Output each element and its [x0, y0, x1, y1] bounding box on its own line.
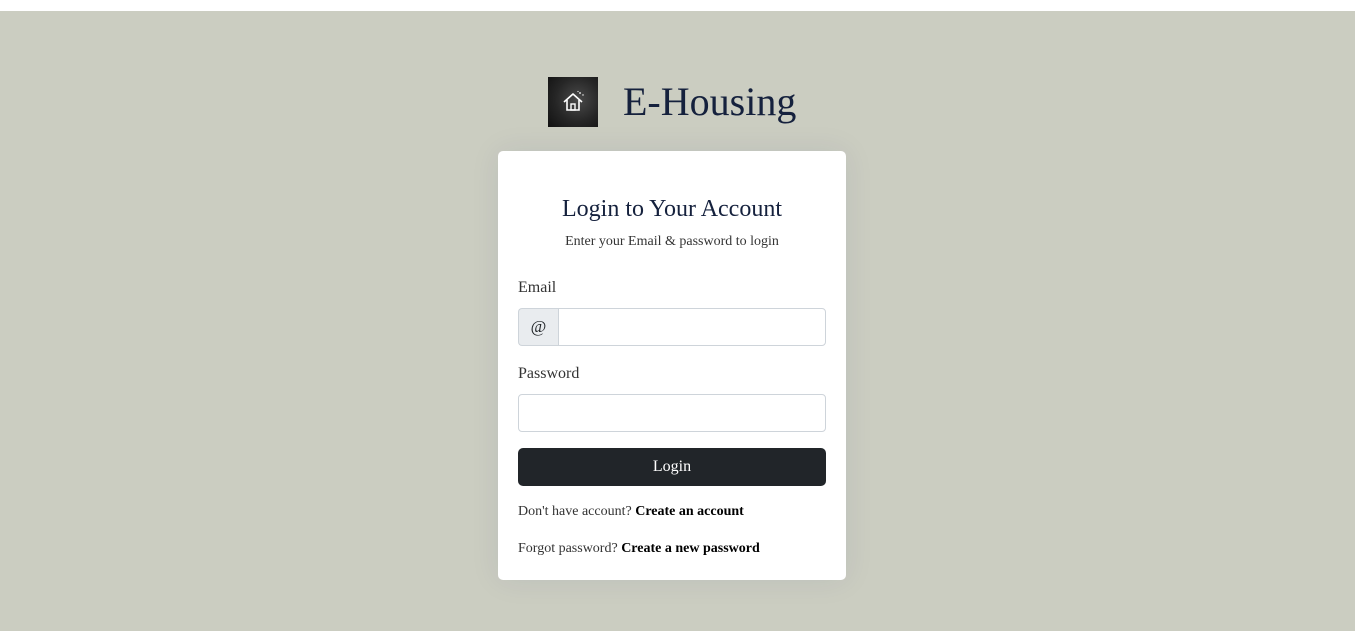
email-input[interactable]	[558, 308, 826, 346]
register-prompt: Don't have account?	[518, 504, 632, 519]
create-account-link[interactable]: Create an account	[635, 504, 744, 519]
top-strip	[0, 0, 1355, 11]
brand-header[interactable]: E-Housing	[548, 77, 796, 127]
register-help: Don't have account? Create an account	[518, 503, 744, 521]
forgot-help: Forgot password? Create a new password	[518, 540, 760, 558]
password-label: Password	[518, 365, 580, 382]
login-subtitle: Enter your Email & password to login	[565, 234, 779, 249]
login-card: Login to Your Account Enter your Email &…	[498, 151, 846, 580]
house-icon	[548, 77, 598, 127]
forgot-prompt: Forgot password?	[518, 541, 618, 556]
login-title: Login to Your Account	[561, 196, 782, 222]
at-sign-icon: @	[518, 308, 558, 346]
new-password-link[interactable]: Create a new password	[621, 541, 760, 556]
email-label: Email	[518, 279, 557, 296]
email-input-group: @	[518, 308, 826, 346]
login-button[interactable]: Login	[518, 448, 826, 486]
brand-name: E-Housing	[623, 79, 797, 124]
password-input[interactable]	[518, 394, 826, 432]
